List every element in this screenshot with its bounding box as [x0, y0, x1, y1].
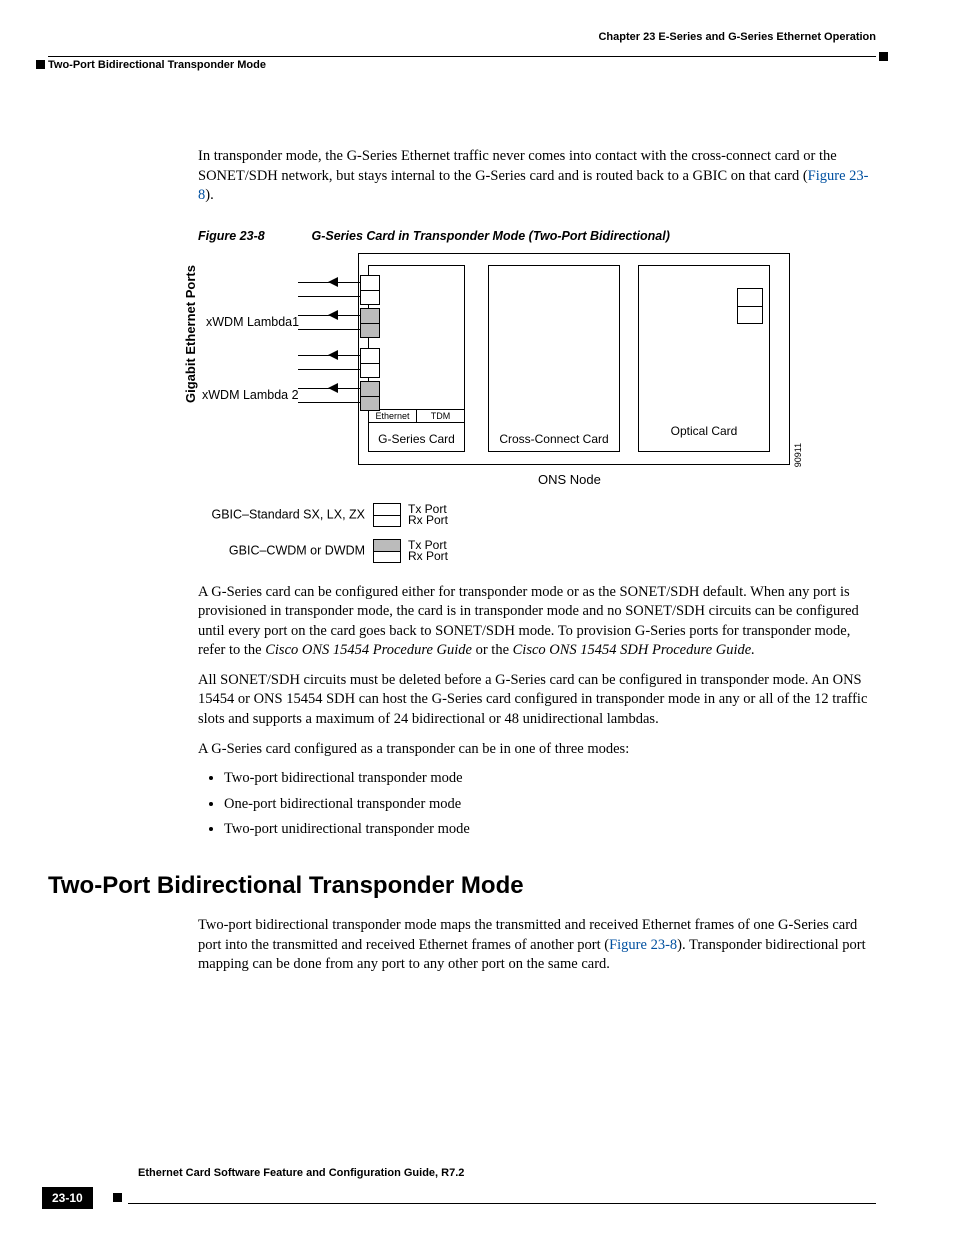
line-icon: [298, 402, 360, 403]
gbic-std-icon: [360, 275, 380, 305]
eth-tdm-row: Ethernet TDM: [369, 409, 464, 423]
arrow-left-icon: [328, 350, 338, 360]
figure-id: 90911: [792, 442, 804, 466]
line-icon: [298, 329, 360, 330]
legend-std-label: GBIC–Standard SX, LX, ZX: [211, 507, 365, 521]
paragraph-intro: In transponder mode, the G-Series Ethern…: [198, 147, 876, 206]
section-label: Two-Port Bidirectional Transponder Mode: [48, 58, 266, 73]
body-content: In transponder mode, the G-Series Ethern…: [198, 147, 876, 975]
ref-link: Cisco ONS 15454 SDH Procedure Guide.: [513, 642, 755, 658]
arrow-left-icon: [328, 277, 338, 287]
paragraph-circuits: All SONET/SDH circuits must be deleted b…: [198, 671, 876, 730]
rx-port-label: Rx Port: [408, 513, 448, 527]
g-series-card-box: Ethernet TDM G-Series Card: [368, 265, 465, 452]
text: or the: [472, 642, 513, 658]
page-number: 23-10: [42, 1187, 93, 1209]
rx-port-label: Rx Port: [408, 549, 448, 563]
lambda1-label: xWDM Lambda1: [206, 314, 299, 331]
ethernet-label: Ethernet: [369, 410, 417, 422]
footer-marker-icon: [113, 1193, 122, 1202]
legend-ports: Tx Port Rx Port: [408, 540, 448, 562]
optical-card-box: Optical Card: [638, 265, 770, 452]
legend-wdm-label: GBIC–CWDM or DWDM: [229, 543, 365, 557]
figure-number: Figure 23-8: [198, 228, 308, 245]
optical-card-label: Optical Card: [639, 425, 769, 439]
optical-port-icon: [737, 288, 763, 324]
legend-std: GBIC–Standard SX, LX, ZX Tx Port Rx Port: [188, 503, 448, 527]
lambda2-label: xWDM Lambda 2: [202, 387, 299, 404]
list-item: One-port bidirectional transponder mode: [224, 795, 876, 815]
gbic-std-legend-icon: [373, 503, 401, 527]
gbic-wdm-icon: [360, 381, 380, 411]
paragraph-modes-intro: A G-Series card configured as a transpon…: [198, 740, 876, 760]
gbic-wdm-icon: [360, 308, 380, 338]
section-heading: Two-Port Bidirectional Transponder Mode: [48, 870, 876, 902]
chapter-label: Chapter 23 E-Series and G-Series Etherne…: [598, 30, 876, 45]
gbic-wdm-legend-icon: [373, 539, 401, 563]
footer-doc-title: Ethernet Card Software Feature and Confi…: [138, 1166, 464, 1181]
g-series-label: G-Series Card: [369, 433, 464, 447]
gigabit-ports-label: Gigabit Ethernet Ports: [182, 265, 200, 403]
cross-connect-label: Cross-Connect Card: [489, 433, 619, 447]
arrow-left-icon: [328, 310, 338, 320]
modes-list: Two-port bidirectional transponder mode …: [198, 769, 876, 840]
line-icon: [298, 369, 360, 370]
footer-rule: [128, 1203, 876, 1205]
legend-wdm: GBIC–CWDM or DWDM Tx Port Rx Port: [188, 539, 448, 563]
figure-caption: Figure 23-8 G-Series Card in Transponder…: [198, 228, 876, 245]
gbic-std-icon: [360, 348, 380, 378]
figure-diagram: Gigabit Ethernet Ports Ethernet TDM G-Se…: [188, 253, 876, 583]
figure-link[interactable]: Figure 23-8: [609, 937, 677, 953]
text: A G-Series card can be configured either…: [198, 584, 859, 639]
text: ).: [205, 187, 213, 203]
arrow-left-icon: [328, 383, 338, 393]
paragraph-config: A G-Series card can be configured either…: [198, 583, 876, 661]
tdm-label: TDM: [417, 410, 464, 422]
legend-ports: Tx Port Rx Port: [408, 504, 448, 526]
cross-connect-card-box: Cross-Connect Card: [488, 265, 620, 452]
page-header: Chapter 23 E-Series and G-Series Etherne…: [48, 30, 876, 57]
ons-node-label: ONS Node: [538, 471, 601, 489]
header-marker-icon: [879, 52, 888, 61]
line-icon: [298, 296, 360, 297]
list-item: Two-port unidirectional transponder mode: [224, 820, 876, 840]
text: In transponder mode, the G-Series Ethern…: [198, 148, 837, 184]
header-left-marker-icon: [36, 60, 45, 69]
paragraph-two-port: Two-port bidirectional transponder mode …: [198, 916, 876, 975]
ref-link: Cisco ONS 15454 Procedure Guide: [265, 642, 472, 658]
page-footer: Ethernet Card Software Feature and Confi…: [48, 1203, 876, 1205]
figure-title: G-Series Card in Transponder Mode (Two-P…: [311, 229, 669, 243]
list-item: Two-port bidirectional transponder mode: [224, 769, 876, 789]
